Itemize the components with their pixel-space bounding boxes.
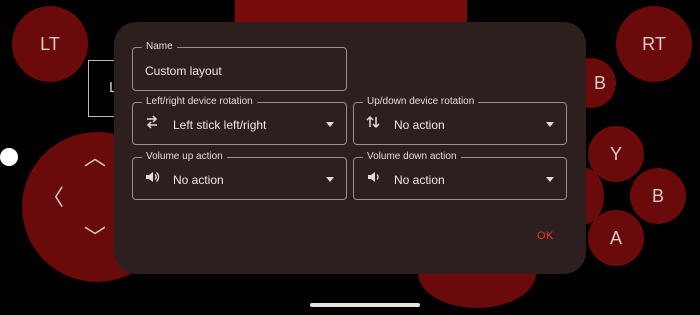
vol-down-select[interactable]: Volume down action No action [353, 150, 567, 200]
name-field-value[interactable]: Custom layout [145, 64, 222, 78]
a-button[interactable]: A [588, 210, 644, 266]
vol-up-select[interactable]: Volume up action No action [132, 150, 347, 200]
chevron-down-icon[interactable] [326, 122, 334, 127]
rt-label: RT [642, 33, 666, 54]
vol-down-label: Volume down action [363, 150, 461, 164]
swap-horiz-icon [142, 112, 162, 132]
rt-button[interactable]: RT [616, 6, 692, 82]
volume-down-icon [363, 167, 383, 187]
vol-up-label: Volume up action [142, 150, 227, 164]
vol-up-value: No action [173, 173, 224, 187]
ud-rotation-value: No action [394, 118, 445, 132]
lr-rotation-value: Left stick left/right [173, 118, 267, 132]
chevron-down-icon[interactable] [546, 122, 554, 127]
ud-rotation-label: Up/down device rotation [363, 95, 479, 109]
dpad-up-icon[interactable]: ︿ [84, 140, 106, 172]
b-label: B [651, 185, 664, 206]
lr-rotation-select[interactable]: Left/right device rotation Left stick le… [132, 95, 347, 145]
name-field[interactable]: Name Custom layout [132, 40, 347, 91]
game-screen: LT RT L B ︿ 〈 ﹀ Y B A Name Custom layout… [10, 0, 700, 315]
y-label: Y [609, 143, 622, 164]
chevron-down-icon[interactable] [546, 177, 554, 182]
home-indicator[interactable] [310, 303, 420, 307]
lt-label: LT [40, 33, 60, 54]
side-indicator-dot[interactable] [0, 148, 18, 166]
ok-button[interactable]: OK [537, 230, 554, 242]
swap-vert-icon [363, 112, 383, 132]
volume-up-icon [142, 167, 162, 187]
ud-rotation-select[interactable]: Up/down device rotation No action [353, 95, 567, 145]
dpad-left-icon[interactable]: 〈 [42, 180, 64, 212]
lt-button[interactable]: LT [12, 6, 88, 82]
lr-rotation-label: Left/right device rotation [142, 95, 257, 109]
layout-dialog: Name Custom layout Left/right device rot… [114, 22, 586, 274]
vol-down-value: No action [394, 173, 445, 187]
dpad-down-icon[interactable]: ﹀ [84, 220, 106, 252]
name-field-label: Name [142, 40, 177, 54]
b-button[interactable]: B [630, 168, 686, 224]
chevron-down-icon[interactable] [326, 177, 334, 182]
a-label: A [609, 227, 622, 248]
